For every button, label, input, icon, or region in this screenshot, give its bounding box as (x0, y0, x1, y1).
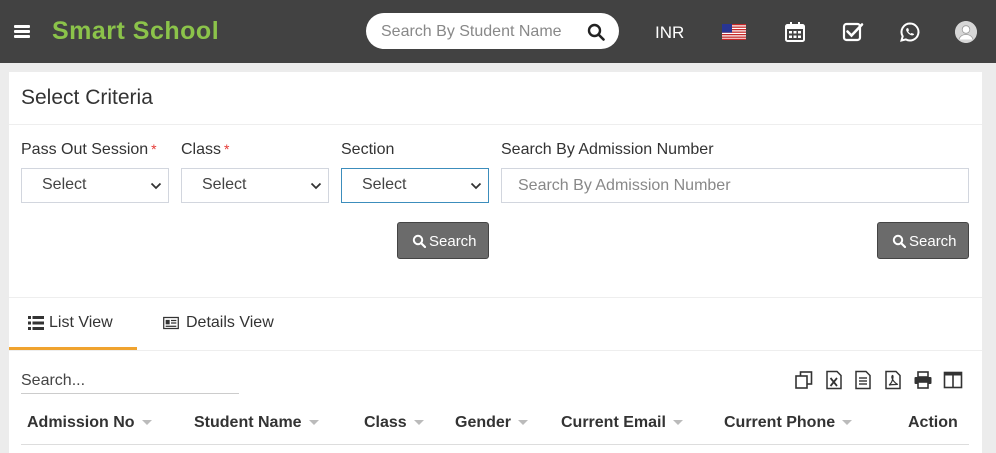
list-icon (28, 316, 44, 330)
copy-icon[interactable] (794, 370, 814, 390)
pass-out-session-value: Select (42, 176, 87, 193)
column-header-current-phone[interactable]: Current Phone (724, 414, 853, 432)
class-label: Class * (181, 141, 230, 158)
tab-list-view-label: List View (49, 314, 113, 331)
sort-caret-icon (518, 420, 529, 426)
pass-out-session-label: Pass Out Session * (21, 141, 157, 158)
column-header-student-name[interactable]: Student Name (194, 414, 319, 432)
page-title: Select Criteria (21, 86, 153, 109)
csv-icon[interactable] (853, 370, 873, 390)
column-header-action: Action (908, 414, 958, 431)
columns-icon[interactable] (943, 370, 963, 390)
whatsapp-icon[interactable] (899, 21, 921, 43)
chevron-down-icon (310, 182, 322, 190)
column-header-admission-no[interactable]: Admission No (27, 414, 152, 432)
details-card-icon (163, 316, 179, 330)
excel-icon[interactable] (824, 370, 844, 390)
section-select[interactable]: Select (341, 168, 489, 203)
pass-out-session-select[interactable]: Select (21, 168, 169, 203)
student-search-box (366, 13, 619, 49)
chevron-down-icon (150, 182, 162, 190)
table-header-divider (21, 444, 969, 445)
admission-number-input[interactable] (501, 168, 969, 203)
required-mark: * (151, 141, 157, 157)
search-button-label: Search (429, 233, 477, 250)
section-value: Select (362, 176, 407, 193)
tab-list-view[interactable]: List View (9, 298, 137, 350)
column-header-gender[interactable]: Gender (455, 414, 529, 432)
column-header-current-email[interactable]: Current Email (561, 414, 683, 432)
chevron-down-icon (470, 182, 482, 190)
pdf-icon[interactable] (883, 370, 903, 390)
class-value: Select (202, 176, 247, 193)
sort-caret-icon (413, 420, 424, 426)
top-navbar: Smart School INR (0, 0, 996, 63)
column-header-class[interactable]: Class (364, 414, 424, 432)
sort-caret-icon (842, 420, 853, 426)
table-search-input[interactable] (21, 368, 239, 394)
us-flag-icon[interactable] (722, 24, 746, 40)
tab-details-view[interactable]: Details View (149, 298, 289, 350)
print-icon[interactable] (913, 370, 933, 390)
tab-details-view-label: Details View (186, 314, 274, 331)
sort-caret-icon (141, 420, 152, 426)
student-search-input[interactable] (381, 21, 561, 43)
currency-selector[interactable]: INR (655, 23, 684, 43)
content-wrapper: Select Criteria Pass Out Session * Class *… (0, 63, 996, 453)
search-button[interactable]: Search (397, 222, 489, 259)
required-mark: * (224, 141, 230, 157)
menu-icon[interactable] (14, 25, 30, 38)
divider (9, 124, 982, 125)
sort-caret-icon (308, 420, 319, 426)
admission-number-label: Search By Admission Number (501, 141, 714, 158)
user-avatar[interactable] (955, 21, 977, 43)
divider (9, 350, 982, 351)
calendar-icon[interactable] (784, 21, 806, 43)
criteria-card: Select Criteria Pass Out Session * Class *… (9, 72, 982, 453)
checkbox-icon[interactable] (842, 21, 864, 43)
search-icon (892, 234, 906, 248)
section-label: Section (341, 141, 395, 158)
brand-logo[interactable]: Smart School (52, 17, 219, 46)
admission-search-button[interactable]: Search (877, 222, 969, 259)
search-icon[interactable] (587, 23, 605, 41)
search-icon (412, 234, 426, 248)
search-button-label: Search (909, 233, 957, 250)
sort-caret-icon (672, 420, 683, 426)
class-select[interactable]: Select (181, 168, 329, 203)
